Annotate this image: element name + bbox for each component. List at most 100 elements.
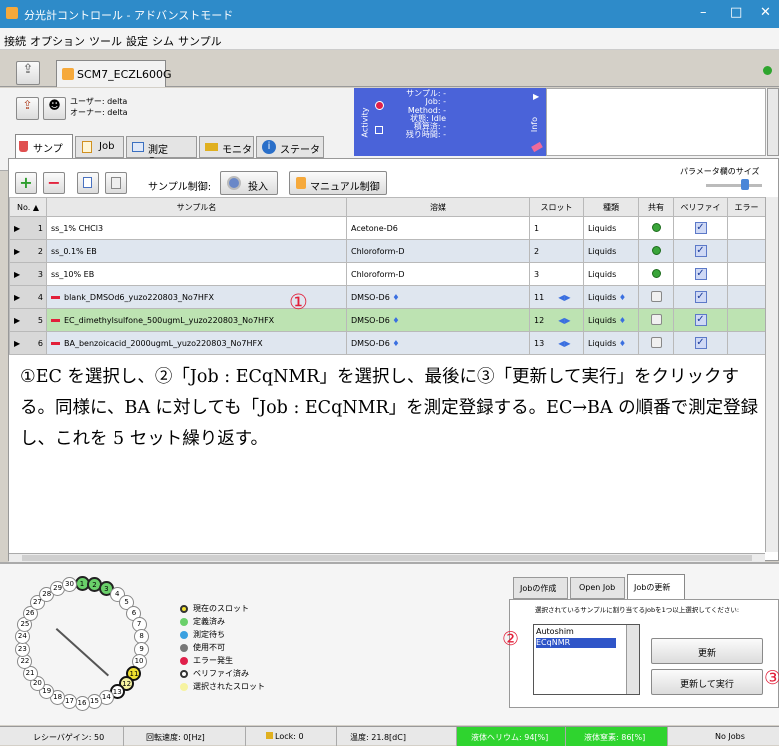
table-row[interactable]: ▶ 1 ss_1% CHCl3 Acetone-D6 1 Liquids ✓ <box>9 216 765 240</box>
type-cell[interactable]: Liquids <box>583 216 639 240</box>
slot-cell[interactable]: 3 <box>529 262 584 286</box>
param-width-slider[interactable] <box>706 184 762 187</box>
col-shared[interactable]: 共有 <box>638 197 674 217</box>
job-list[interactable]: Autoshim ECqNMR <box>533 624 640 695</box>
shared-cell[interactable] <box>638 239 674 263</box>
verify-checkbox[interactable]: ✓ <box>694 222 707 234</box>
slot-cell[interactable]: 11 ◀▶ <box>529 285 584 309</box>
tab-sample[interactable]: サンプル <box>15 134 73 170</box>
verify-checkbox[interactable]: ✓ <box>694 337 707 349</box>
type-cell[interactable]: Liquids ♦ <box>583 331 639 355</box>
minimize-button[interactable]: – <box>700 5 707 20</box>
shared-cell[interactable] <box>638 262 674 286</box>
verify-cell[interactable]: ✓ <box>673 239 728 263</box>
col-sample-name[interactable]: サンプル名 <box>46 197 347 217</box>
table-row[interactable]: ▶ 2 ss_0.1% EB Chloroform-D 2 Liquids ✓ <box>9 239 765 263</box>
solvent-cell[interactable]: Acetone-D6 <box>346 216 530 240</box>
update-button[interactable]: 更新 <box>651 638 763 664</box>
sample-name-cell[interactable]: ss_0.1% EB <box>46 239 347 263</box>
table-row[interactable]: ▶ 5 EC_dimethylsulfone_500ugmL_yuzo220803_… <box>9 308 765 332</box>
header-scrollbar[interactable] <box>767 88 779 156</box>
maximize-button[interactable]: □ <box>730 5 742 20</box>
owner-button[interactable]: ☻ <box>43 97 66 120</box>
verify-checkbox[interactable]: ✓ <box>694 291 707 303</box>
sample-name-cell[interactable]: ss_1% CHCl3 <box>46 216 347 240</box>
type-cell[interactable]: Liquids <box>583 239 639 263</box>
table-row[interactable]: ▶ 6 BA_benzoicacid_2000ugmL_yuzo220803_No7… <box>9 331 765 355</box>
solvent-cell[interactable]: Chloroform-D <box>346 262 530 286</box>
table-row[interactable]: ▶ 4 blank_DMSOd6_yuzo220803_No7HFX DMSO-D6 … <box>9 285 765 309</box>
verify-cell[interactable]: ✓ <box>673 331 728 355</box>
col-verify[interactable]: ベリファイ <box>673 197 728 217</box>
menu-options[interactable]: オプション <box>30 33 85 49</box>
solvent-cell[interactable]: DMSO-D6 ♦ <box>346 308 530 332</box>
eraser-icon[interactable] <box>531 141 543 153</box>
sample-name-cell[interactable]: ss_10% EB <box>46 262 347 286</box>
close-button[interactable]: ✕ <box>760 5 771 20</box>
verify-cell[interactable]: ✓ <box>673 285 728 309</box>
connect-button[interactable]: ⇪ <box>16 61 40 85</box>
solvent-cell[interactable]: Chloroform-D <box>346 239 530 263</box>
col-no[interactable]: No. ▲ <box>9 197 47 217</box>
shared-cell[interactable] <box>638 216 674 240</box>
slot-cell[interactable]: 12 ◀▶ <box>529 308 584 332</box>
type-cell[interactable]: Liquids <box>583 262 639 286</box>
row-arrow[interactable]: ▶ 2 <box>9 239 47 263</box>
verify-cell[interactable]: ✓ <box>673 216 728 240</box>
menu-connect[interactable]: 接続 <box>4 33 26 49</box>
row-arrow[interactable]: ▶ 1 <box>9 216 47 240</box>
menu-shim[interactable]: シム <box>152 33 174 49</box>
tab-spectrometer[interactable]: SCM7_ECZL600G <box>56 60 171 87</box>
slot-cell[interactable]: 2 <box>529 239 584 263</box>
type-cell[interactable]: Liquids ♦ <box>583 285 639 309</box>
copy-sample-button[interactable] <box>77 172 99 194</box>
manual-control-button[interactable]: マニュアル制御 <box>289 171 387 195</box>
row-arrow[interactable]: ▶ 4 <box>9 285 47 309</box>
carousel-slot[interactable]: 30 <box>62 576 78 592</box>
menu-tools[interactable]: ツール <box>89 33 122 49</box>
sample-name-cell[interactable]: BA_benzoicacid_2000ugmL_yuzo220803_No7HF… <box>46 331 347 355</box>
col-type[interactable]: 種類 <box>583 197 639 217</box>
shared-cell[interactable] <box>638 308 674 332</box>
tab-monitor[interactable]: モニタ <box>199 136 254 158</box>
shared-checkbox[interactable] <box>650 290 662 302</box>
table-hscroll-thumb[interactable] <box>22 555 752 561</box>
verify-cell[interactable]: ✓ <box>673 262 728 286</box>
slot-cell[interactable]: 13 ◀▶ <box>529 331 584 355</box>
slot-cell[interactable]: 1 <box>529 216 584 240</box>
tab-job[interactable]: Job <box>75 136 124 158</box>
tab-queue[interactable]: 測定Queue <box>126 136 197 167</box>
job-tab-create[interactable]: Jobの作成 <box>513 577 568 599</box>
menu-sample[interactable]: サンプル <box>178 33 222 49</box>
job-list-scrollbar[interactable] <box>626 625 639 694</box>
add-sample-button[interactable]: + <box>15 172 37 194</box>
carousel-slot[interactable]: 23 <box>14 641 30 657</box>
solvent-cell[interactable]: DMSO-D6 ♦ <box>346 285 530 309</box>
verify-checkbox[interactable]: ✓ <box>694 245 707 257</box>
job-list-item-autoshim[interactable]: Autoshim <box>536 627 637 636</box>
paste-sample-button[interactable] <box>105 172 127 194</box>
verify-checkbox[interactable]: ✓ <box>694 268 707 280</box>
row-arrow[interactable]: ▶ 6 <box>9 331 47 355</box>
shared-checkbox[interactable] <box>650 313 662 325</box>
shared-cell[interactable] <box>638 331 674 355</box>
info-expand-icon[interactable]: ▶ <box>533 92 539 101</box>
row-arrow[interactable]: ▶ 3 <box>9 262 47 286</box>
row-arrow[interactable]: ▶ 5 <box>9 308 47 332</box>
solvent-cell[interactable]: DMSO-D6 ♦ <box>346 331 530 355</box>
col-solvent[interactable]: 溶媒 <box>346 197 530 217</box>
shared-cell[interactable] <box>638 285 674 309</box>
user-button[interactable]: ⇪ <box>16 97 39 120</box>
table-vscrollbar[interactable] <box>765 197 778 552</box>
menu-settings[interactable]: 設定 <box>126 33 148 49</box>
col-error[interactable]: エラー <box>727 197 765 217</box>
job-list-item-ecqnmr[interactable]: ECqNMR <box>536 638 616 648</box>
shared-checkbox[interactable] <box>650 336 662 348</box>
verify-checkbox[interactable]: ✓ <box>694 314 707 326</box>
param-width-slider-thumb[interactable] <box>741 179 749 190</box>
table-row[interactable]: ▶ 3 ss_10% EB Chloroform-D 3 Liquids ✓ <box>9 262 765 286</box>
type-cell[interactable]: Liquids ♦ <box>583 308 639 332</box>
update-and-run-button[interactable]: 更新して実行 <box>651 669 763 695</box>
job-tab-open[interactable]: Open Job <box>570 577 625 599</box>
col-slot[interactable]: スロット <box>529 197 584 217</box>
